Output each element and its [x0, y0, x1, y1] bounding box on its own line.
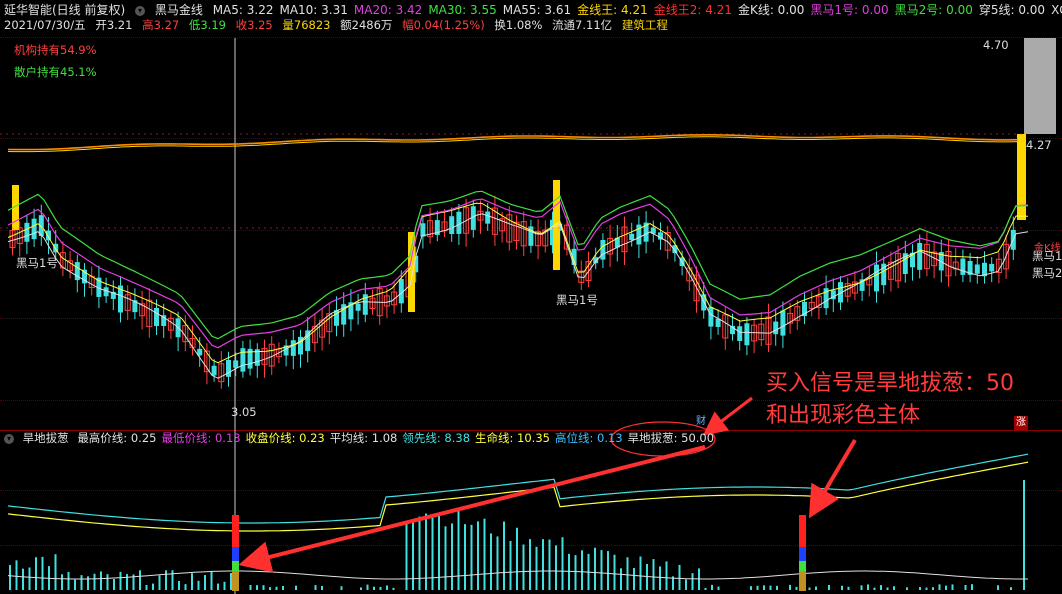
- indicator2-header: ▾ 旱地拔葱 最高价线: 0.25 最低价线: 0.13 收盘价线: 0.23 平均线…: [4, 431, 724, 445]
- signal-green: [232, 561, 239, 571]
- candle-body: [31, 218, 37, 240]
- candle-body: [24, 222, 30, 242]
- leading-line: [7, 453, 1029, 524]
- heima-label-r2: 黑马2: [1032, 266, 1062, 280]
- signal-red: [799, 515, 806, 547]
- last-bar-candle: [1017, 134, 1026, 220]
- jk-label: 金K线: [1034, 243, 1061, 254]
- indicator2-value-1: 最低价线: 0.13: [161, 431, 241, 445]
- signal-gold: [799, 571, 806, 591]
- candle-body: [744, 323, 750, 346]
- indicator2-value-0: 最高价线: 0.25: [77, 431, 157, 445]
- candle-body: [917, 242, 923, 270]
- candle-body: [780, 310, 786, 336]
- annotation-line1: 买入信号是旱地拔葱：50: [766, 371, 1014, 396]
- annotation-text: 买入信号是旱地拔葱：50 和出现彩色主体: [766, 368, 1014, 432]
- candle-body: [46, 230, 51, 241]
- ma5-line: [7, 213, 1029, 379]
- indicator2-value-6: 高位线: 0.13: [554, 431, 623, 445]
- candle-body: [305, 330, 311, 351]
- indicator2-value-5: 生命线: 10.35: [475, 431, 550, 445]
- gold-line: [7, 134, 1018, 151]
- indicator2-value-2: 收盘价线: 0.23: [245, 431, 325, 445]
- signal-red: [232, 515, 239, 547]
- settings-circle-icon[interactable]: ▾: [4, 433, 14, 444]
- signal-blue: [799, 547, 806, 561]
- candle-body: [211, 365, 217, 376]
- candle-body: [773, 321, 779, 335]
- limit-up-badge[interactable]: 涨: [1014, 416, 1028, 430]
- candle-body: [420, 223, 426, 237]
- candle-body: [874, 264, 879, 292]
- indicator2-value-7: 旱地拔葱: 50.00: [627, 431, 715, 445]
- candle-body: [960, 258, 966, 275]
- heima-label-mid: 黑马1号: [556, 293, 598, 307]
- heima-label-left: 黑马1号: [16, 256, 58, 270]
- signal-blue: [232, 547, 239, 561]
- annotation-line2: 和出现彩色主体: [766, 403, 921, 428]
- indicator2-name[interactable]: 旱地拔葱: [23, 431, 69, 445]
- indicator2-value-3: 平均线: 1.08: [329, 431, 398, 445]
- last-bar-block: [1024, 38, 1056, 134]
- candle-body: [290, 340, 296, 356]
- finance-badge[interactable]: 财: [694, 415, 708, 429]
- candle-body: [737, 326, 743, 341]
- candle-body: [708, 307, 714, 327]
- candle-body: [629, 233, 635, 241]
- annotation-arrow: [702, 396, 753, 436]
- signal-green: [799, 561, 806, 571]
- price-chart[interactable]: [0, 0, 1062, 594]
- candle-body: [485, 211, 491, 224]
- indicator2-value-4: 领先线: 8.38: [402, 431, 471, 445]
- candle-body: [989, 263, 995, 272]
- price-top-label: 4.70: [983, 38, 1009, 52]
- candle-body: [355, 303, 361, 311]
- candle-body: [974, 264, 980, 274]
- signal-gold: [232, 571, 239, 591]
- indicator2-list: 最高价线: 0.25 最低价线: 0.13 收盘价线: 0.23 平均线: 1.08 领…: [77, 431, 719, 445]
- candle-body: [449, 216, 455, 235]
- price-low-label: 3.05: [231, 405, 257, 419]
- price-right-label: 4.27: [1026, 138, 1052, 152]
- candle-body: [233, 360, 239, 368]
- candle-body: [600, 239, 606, 260]
- candle-body: [226, 359, 231, 377]
- candle-body: [154, 307, 159, 327]
- candle-body: [456, 211, 462, 234]
